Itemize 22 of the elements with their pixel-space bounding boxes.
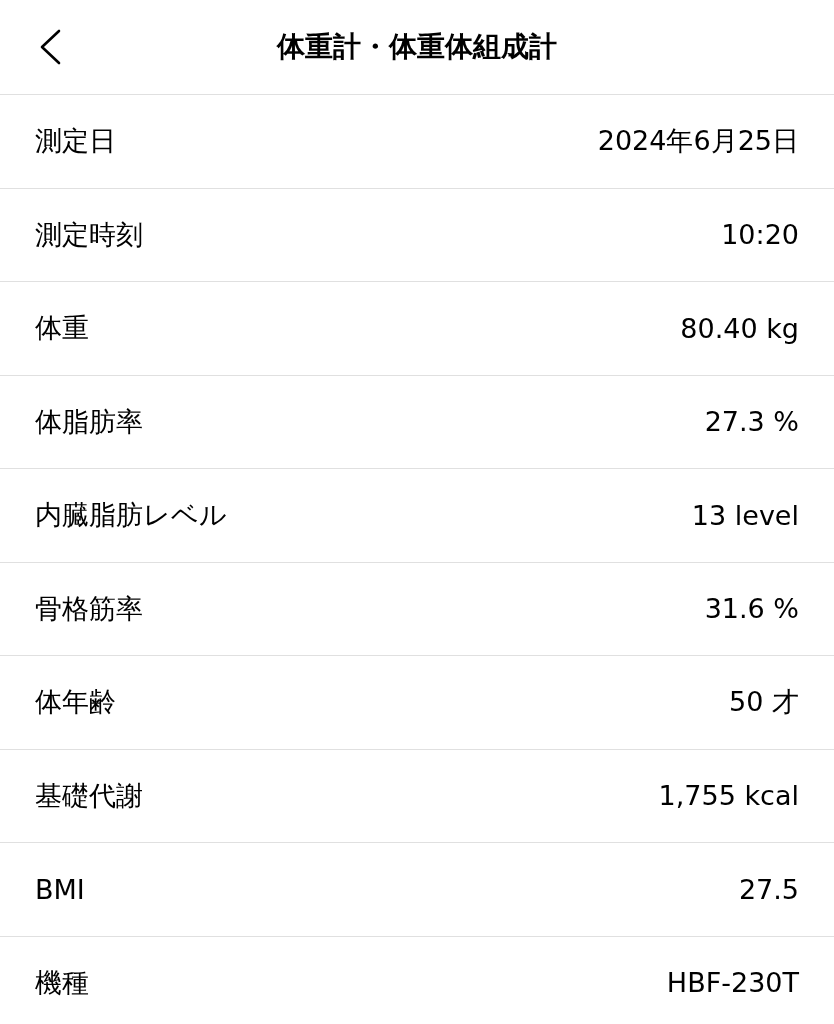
row-value: HBF-230T [666,967,799,999]
row-label: 体重 [35,311,89,346]
row-label: 体脂肪率 [35,404,143,439]
row-label: 測定日 [35,124,116,159]
row-label: BMI [35,873,85,905]
back-icon[interactable] [38,29,62,65]
row-label: 基礎代謝 [35,778,143,813]
row-label: 体年齢 [35,685,116,720]
row-value: 80.40 kg [680,312,799,344]
row-value: 10:20 [721,219,799,251]
row-label: 骨格筋率 [35,591,143,626]
row-value: 50 才 [729,685,799,720]
row-value: 1,755 kcal [658,780,799,812]
row-value: 27.5 [738,873,799,905]
row-label: 機種 [35,965,89,1000]
row-value: 2024年6月25日 [597,124,799,159]
page-title: 体重計・体重体組成計 [277,29,557,65]
row-value: 31.6 % [704,593,799,625]
row-label: 内臓脂肪レベル [35,498,227,533]
row-value: 27.3 % [704,406,799,438]
row-label: 測定時刻 [35,217,143,252]
row-value: 13 level [691,499,799,531]
